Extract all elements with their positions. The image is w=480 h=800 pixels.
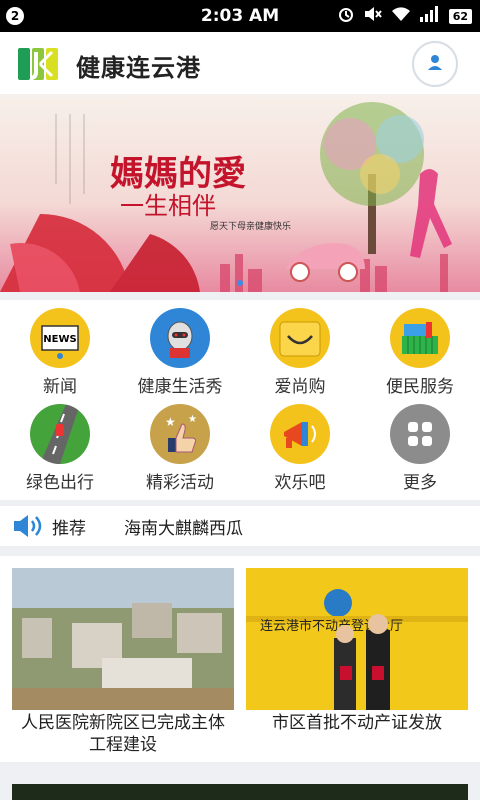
basket-icon xyxy=(390,308,450,368)
grid-label: 欢乐吧 xyxy=(274,473,326,493)
svg-text:NEWS: NEWS xyxy=(43,334,76,345)
user-profile-button[interactable] xyxy=(412,41,458,87)
news-image-hospital xyxy=(12,568,234,710)
grid-item-green-travel[interactable]: 绿色出行 xyxy=(0,396,120,493)
news-caption: 人民医院新院区已完成主体工程建设 xyxy=(21,713,225,755)
news-caption: 市区首批不动产证发放 xyxy=(272,713,442,733)
grid-item-more[interactable]: 更多 xyxy=(360,396,480,493)
svg-text:★: ★ xyxy=(188,414,197,425)
recommend-bar[interactable]: 推荐 海南大麒麟西瓜 xyxy=(0,506,480,546)
banner-caption: 愿天下母亲健康快乐 xyxy=(210,222,292,232)
grid-item-shopping[interactable]: 爱尚购 xyxy=(240,300,360,397)
news-section: 人民医院新院区已完成主体工程建设 连云港市不动产登记大厅 市区首批不动产证发放 xyxy=(0,556,480,762)
app-header: 健康连云港 xyxy=(0,32,480,94)
news-card[interactable]: 连云港市不动产登记大厅 市区首批不动产证发放 xyxy=(246,568,468,758)
feature-grid: NEWS 新闻 健康生活秀 爱尚购 便民服务 绿色出行 ★ ★ 精彩活动 欢乐吧… xyxy=(0,300,480,500)
shopping-bag-icon xyxy=(270,308,330,368)
banner-dot-active[interactable] xyxy=(237,280,243,286)
news-icon: NEWS xyxy=(30,308,90,368)
road-icon xyxy=(30,404,90,464)
user-icon xyxy=(426,53,444,75)
grid-item-activities[interactable]: ★ ★ 精彩活动 xyxy=(120,396,240,493)
recommend-label: 推荐 xyxy=(52,519,86,539)
status-icons: 62 xyxy=(337,6,472,26)
wifi-icon xyxy=(391,5,411,27)
more-grid-icon xyxy=(390,404,450,464)
grid-item-fun[interactable]: 欢乐吧 xyxy=(240,396,360,493)
grid-label: 新闻 xyxy=(43,377,77,397)
speaker-icon xyxy=(12,513,48,543)
banner-pagination xyxy=(0,280,480,286)
svg-text:★: ★ xyxy=(165,415,176,429)
banner-subtitle: 一生相伴 xyxy=(120,192,216,220)
grid-label: 更多 xyxy=(403,473,437,493)
next-card-preview[interactable] xyxy=(12,784,468,800)
recommend-item[interactable]: 海南大麒麟西瓜 xyxy=(124,514,243,539)
news-card[interactable]: 人民医院新院区已完成主体工程建设 xyxy=(12,568,234,758)
grid-label: 精彩活动 xyxy=(146,473,214,493)
thumbs-up-icon: ★ ★ xyxy=(150,404,210,464)
status-bar: 2 2:03 AM 62 xyxy=(0,0,480,32)
grid-item-news[interactable]: NEWS 新闻 xyxy=(0,300,120,397)
megaphone-icon xyxy=(270,404,330,464)
grid-label: 绿色出行 xyxy=(26,473,94,493)
grid-label: 便民服务 xyxy=(386,377,454,397)
battery-level: 62 xyxy=(448,8,472,24)
grid-label: 爱尚购 xyxy=(274,377,326,397)
signal-icon xyxy=(419,5,441,27)
mute-icon xyxy=(363,5,383,27)
promo-banner[interactable]: 媽媽的愛 一生相伴 愿天下母亲健康快乐 xyxy=(0,94,480,292)
app-logo xyxy=(16,44,60,84)
alarm-icon xyxy=(337,5,355,27)
app-title: 健康连云港 xyxy=(76,54,201,82)
grid-item-health-show[interactable]: 健康生活秀 xyxy=(120,300,240,397)
grid-item-services[interactable]: 便民服务 xyxy=(360,300,480,397)
grid-label: 健康生活秀 xyxy=(137,377,223,397)
robot-icon xyxy=(150,308,210,368)
news-image-certificate: 连云港市不动产登记大厅 xyxy=(246,568,468,710)
